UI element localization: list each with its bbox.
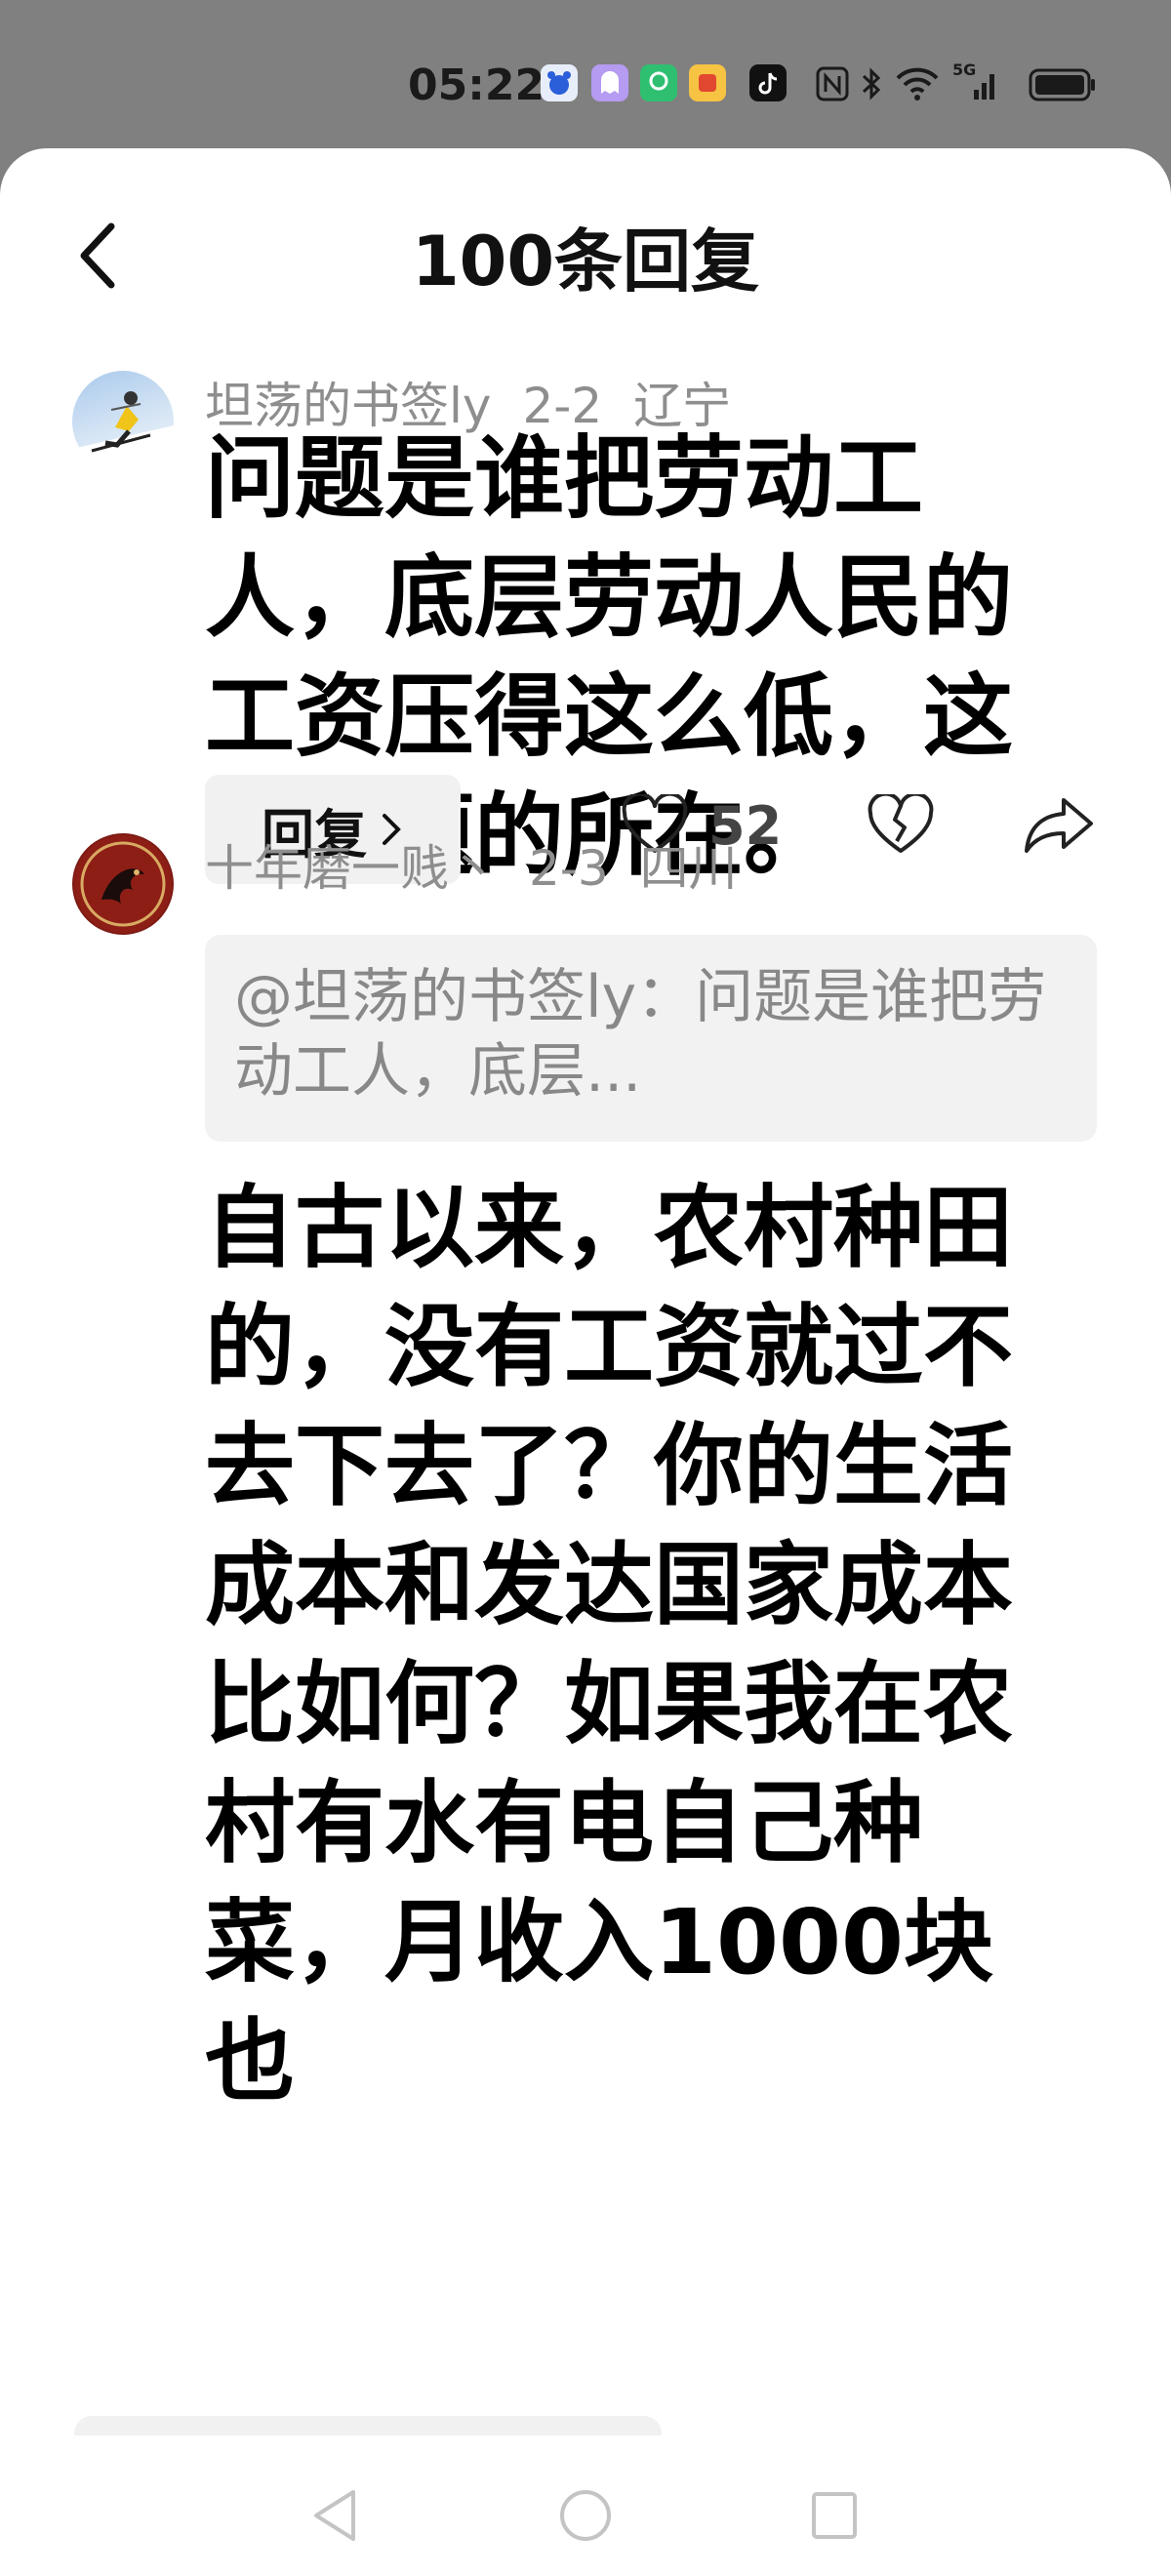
- yellow-app-icon: [689, 64, 726, 101]
- comment-date: 2-3: [529, 840, 609, 897]
- avatar[interactable]: [72, 833, 174, 935]
- avatar[interactable]: [72, 371, 174, 472]
- ghost-app-icon: [591, 64, 628, 101]
- status-time: 05:22: [408, 60, 545, 110]
- comment-location: 四川: [639, 840, 738, 897]
- replies-sheet: 100条回复 坦荡的书签ly 2-2 辽宁 问题是谁把劳动工人，底层劳动人民的工资压…: [0, 148, 1171, 2576]
- wifi-icon: [896, 67, 939, 101]
- comment-text: 自古以来，农村种田的，没有工资就过不去下去了？你的生活成本和发达国家成本比如何？…: [205, 1176, 1014, 2113]
- page-title: 100条回复: [0, 207, 1171, 305]
- nav-back-icon[interactable]: [310, 2488, 359, 2543]
- green-app-icon: [640, 64, 677, 101]
- comment-item: 十年磨一贱丶 2-3 四川 @坦荡的书签ly：问题是谁把劳动工人，底层... 自古以…: [0, 825, 1171, 2289]
- page-title-text: 100条回复: [411, 221, 760, 302]
- bluetooth-icon: [862, 67, 881, 101]
- nfc-icon: [816, 66, 849, 101]
- nav-home-icon[interactable]: [558, 2488, 613, 2543]
- nav-recents-icon[interactable]: [810, 2490, 859, 2541]
- signal-indicator: 5G: [952, 60, 999, 103]
- baidu-app-icon: [541, 64, 578, 101]
- header: 100条回复: [0, 148, 1171, 302]
- system-navigation-bar: [0, 2435, 1171, 2576]
- comment-meta: 十年磨一贱丶 2-3 四川: [205, 829, 769, 900]
- status-bar: 05:22 5G: [0, 0, 1171, 146]
- tiktok-app-icon: [749, 64, 787, 101]
- system-icons: 5G: [816, 60, 999, 105]
- signal-icon: [974, 74, 994, 100]
- quoted-reply[interactable]: @坦荡的书签ly：问题是谁把劳动工人，底层...: [205, 935, 1097, 1142]
- battery-icon: [1029, 68, 1095, 101]
- comment-author[interactable]: 十年磨一贱丶: [205, 840, 498, 897]
